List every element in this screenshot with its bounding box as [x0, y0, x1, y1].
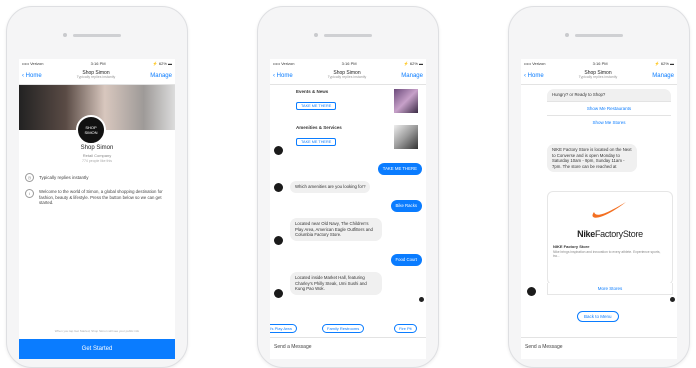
logo-line-2: SIMON [84, 130, 98, 135]
carrier: ••••• Verizon [22, 60, 44, 66]
back-label: Home [276, 72, 293, 79]
screen-chat-stores: ••••• Verizon 3:16 PM ⚡ 62% ▬ ‹ Home Sho… [521, 59, 677, 359]
carrier: ••••• Verizon [524, 60, 546, 66]
back-button[interactable]: ‹ Home [22, 73, 42, 79]
nav-subtitle: Typically replies instantly [76, 75, 116, 80]
swoosh-icon [592, 202, 626, 218]
status-bar: ••••• Verizon 3:16 PM ⚡ 62% ▬ [270, 59, 426, 67]
clock: 3:16 PM [341, 60, 357, 66]
screen-chat-amenities: ••••• Verizon 3:16 PM ⚡ 62% ▬ ‹ Home Sho… [270, 59, 426, 359]
camera [63, 33, 67, 37]
page-type: Retail Company [82, 153, 112, 158]
battery: ⚡ 62% ▬ [654, 60, 674, 66]
phone-frame-2: ••••• Verizon 3:16 PM ⚡ 62% ▬ ‹ Home Sho… [257, 6, 439, 368]
back-label: Home [25, 72, 42, 79]
bot-avatar [274, 183, 283, 192]
menu-question: Hungry? or Ready to Shop? [552, 92, 606, 97]
composer-placeholder: Send a Message [525, 344, 563, 350]
back-label: Home [527, 72, 544, 79]
phone-frame-3: ••••• Verizon 3:16 PM ⚡ 62% ▬ ‹ Home Sho… [508, 6, 690, 368]
welcome-text: Welcome to the world of Simon, a global … [39, 189, 163, 206]
nav-title-block: Shop Simon Typically replies instantly [578, 70, 618, 80]
menu-card: Hungry? or Ready to Shop? Show Me Restau… [547, 89, 671, 129]
phone-frame-1: ••••• Verizon 3:16 PM ⚡ 62% ▬ ‹ Home Sho… [6, 6, 188, 368]
message-composer[interactable]: Send a Message [521, 337, 677, 359]
speaker [324, 34, 372, 37]
nav-subtitle: Typically replies instantly [327, 75, 367, 80]
composer-placeholder: Send a Message [274, 344, 312, 350]
clock-icon: ◷ [25, 173, 34, 182]
speaker [575, 34, 623, 37]
battery: ⚡ 62% ▬ [403, 60, 423, 66]
user-message: Food Court [390, 254, 422, 266]
quick-reply[interactable]: Kid's Play Area [270, 324, 297, 333]
take-me-there-button[interactable]: TAKE ME THERE [296, 138, 337, 146]
bot-avatar [274, 236, 283, 245]
take-me-there-button[interactable]: TAKE ME THERE [296, 102, 337, 110]
user-message: Bike Racks [390, 200, 422, 212]
back-button[interactable]: ‹ Home [524, 73, 544, 79]
nike-logo: NikeFactoryStore [548, 192, 672, 239]
camera [565, 33, 569, 37]
page-likes: 774 people like this [82, 159, 112, 163]
bot-avatar [274, 289, 283, 298]
show-stores-button[interactable]: Show Me Stores [547, 114, 671, 129]
status-bar: ••••• Verizon 3:16 PM ⚡ 62% ▬ [19, 59, 175, 67]
response-time: Typically replies instantly [39, 175, 89, 180]
info-icon: i [25, 189, 34, 198]
nav-bar: ‹ Home Shop Simon Typically replies inst… [270, 67, 426, 85]
get-started-button[interactable]: Get Started [19, 339, 175, 359]
more-stores-button[interactable]: More Stores [547, 283, 673, 295]
bot-message: NIKE Factory Store is located on the Nex… [547, 144, 637, 173]
screen-page-profile: ••••• Verizon 3:16 PM ⚡ 62% ▬ ‹ Home Sho… [19, 59, 175, 359]
manage-button[interactable]: Manage [652, 73, 674, 79]
bot-avatar [527, 287, 536, 296]
show-restaurants-button[interactable]: Show Me Restaurants [547, 100, 671, 115]
bot-message: Which amenities are you looking for? [290, 181, 371, 193]
camera [314, 33, 318, 37]
quick-reply[interactable]: Fire Pit [394, 324, 417, 333]
factorystore-word: FactoryStore [594, 229, 643, 239]
disclaimer: When you tap Get Started, Shop Simon wil… [54, 329, 140, 333]
nav-bar: ‹ Home Shop Simon Typically replies inst… [19, 67, 175, 85]
manage-button[interactable]: Manage [150, 73, 172, 79]
events-thumbnail [394, 89, 418, 113]
speaker [73, 34, 121, 37]
quick-reply[interactable]: Family Restrooms [322, 324, 365, 333]
page-name: Shop Simon [80, 145, 114, 151]
response-time-row: ◷ Typically replies instantly [25, 173, 175, 182]
clock: 3:16 PM [592, 60, 608, 66]
bot-message: Located near Old Navy, The Children's Pl… [290, 218, 382, 241]
welcome-row: i Welcome to the world of Simon, a globa… [25, 189, 169, 206]
carrier: ••••• Verizon [273, 60, 295, 66]
status-bar: ••••• Verizon 3:16 PM ⚡ 62% ▬ [521, 59, 677, 67]
nav-title-block: Shop Simon Typically replies instantly [327, 70, 367, 80]
page-avatar[interactable]: SHOP SIMON [76, 115, 106, 145]
nike-word: Nike [577, 229, 595, 239]
nav-title-block: Shop Simon Typically replies instantly [76, 70, 116, 80]
user-message: TAKE ME THERE [377, 163, 422, 175]
amenities-thumbnail [394, 125, 418, 149]
bot-message: Located inside Market Hall, featuring Ch… [290, 272, 382, 295]
back-to-menu-button[interactable]: Back to Menu [577, 311, 619, 322]
read-receipt [419, 297, 424, 302]
store-title: NIKE Factory Store [553, 244, 590, 249]
nav-subtitle: Typically replies instantly [578, 75, 618, 80]
clock: 3:16 PM [90, 60, 106, 66]
nav-bar: ‹ Home Shop Simon Typically replies inst… [521, 67, 677, 85]
back-button[interactable]: ‹ Home [273, 73, 293, 79]
message-composer[interactable]: Send a Message [270, 337, 426, 359]
battery: ⚡ 62% ▬ [152, 60, 172, 66]
bot-avatar [274, 146, 283, 155]
manage-button[interactable]: Manage [401, 73, 423, 79]
store-description: Nike brings inspiration and innovation t… [553, 250, 661, 259]
nike-wordmark: NikeFactoryStore [548, 229, 672, 239]
read-receipt [670, 297, 675, 302]
nike-store-card[interactable]: NikeFactoryStore NIKE Factory Store Nike… [547, 191, 673, 285]
cover-photo: SHOP SIMON [19, 85, 175, 145]
